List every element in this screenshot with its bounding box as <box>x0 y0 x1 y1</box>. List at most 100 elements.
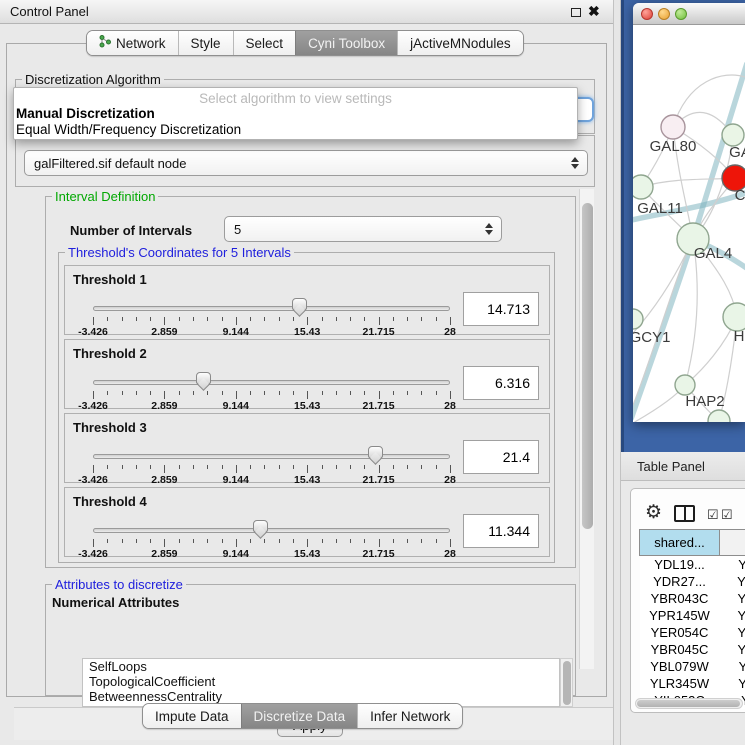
table-cell[interactable]: YER0 <box>720 624 745 641</box>
table-row[interactable]: YDL19...YDL1 <box>640 556 745 573</box>
threshold-slider-track[interactable] <box>93 528 450 533</box>
column-header-shared-name[interactable]: shared... <box>640 530 720 556</box>
panel-title: Control Panel <box>10 0 89 24</box>
tab-select[interactable]: Select <box>233 31 296 55</box>
table-cell[interactable]: YBL0 <box>720 658 745 675</box>
network-node-h[interactable] <box>723 303 745 331</box>
slider-tick <box>336 391 337 395</box>
threshold-slider-handle[interactable] <box>196 372 211 384</box>
table-cell[interactable]: YBR045C <box>640 641 720 658</box>
close-icon[interactable]: ✖ <box>588 3 600 20</box>
tab-cyni-toolbox[interactable]: Cyni Toolbox <box>295 31 397 55</box>
table-hscrollbar-thumb[interactable] <box>637 700 740 707</box>
tab-network[interactable]: Network <box>87 31 178 55</box>
network-node-gal11[interactable] <box>633 175 653 199</box>
tab-label: Network <box>116 36 166 51</box>
network-node-hap2[interactable] <box>675 375 695 395</box>
attribute-item-selfloops[interactable]: SelfLoops <box>83 659 559 674</box>
table-cell[interactable]: YDR2 <box>720 573 745 590</box>
node-label-ga: GA <box>729 144 745 161</box>
select-none-checkbox-icon[interactable]: ☑ <box>721 507 733 523</box>
table-row[interactable]: YLR345WYLR3 <box>640 675 745 692</box>
table-horizontal-scrollbar[interactable] <box>635 698 743 709</box>
table-cell[interactable]: YBR0 <box>720 590 745 607</box>
network-canvas[interactable]: GAL80GACGAL11GAL4GCY1HHAP2 <box>633 25 745 422</box>
tab-infer-network[interactable]: Infer Network <box>357 704 462 728</box>
slider-tick <box>222 317 223 321</box>
table-row[interactable]: YBR043CYBR0 <box>640 590 745 607</box>
algorithm-options: Manual DiscretizationEqual Width/Frequen… <box>14 106 577 138</box>
threshold-value-field[interactable]: 11.344 <box>463 514 539 548</box>
slider-tick <box>436 465 437 469</box>
threshold-value-field[interactable]: 14.713 <box>463 292 539 326</box>
tab-discretize-data[interactable]: Discretize Data <box>241 704 358 728</box>
select-all-checkbox-icon[interactable]: ☑ <box>707 507 719 523</box>
slider-tick <box>122 391 123 395</box>
float-window-icon[interactable] <box>571 8 581 17</box>
attributes-scrollbar-thumb[interactable] <box>563 661 571 705</box>
threshold-slider-handle[interactable] <box>368 446 383 458</box>
table-cell[interactable]: YBL079W <box>640 658 720 675</box>
table-data-combo[interactable]: galFiltered.sif default node <box>24 150 588 176</box>
table-cell[interactable]: YER054C <box>640 624 720 641</box>
slider-tick <box>122 317 123 321</box>
network-node-gcy1[interactable] <box>633 309 643 329</box>
slider-tick <box>350 465 351 469</box>
table-row[interactable]: YER054CYER0 <box>640 624 745 641</box>
threshold-slider-handle[interactable] <box>253 520 268 532</box>
table-cell[interactable]: YBR0 <box>720 641 745 658</box>
table-cell[interactable]: YDL1 <box>720 556 745 573</box>
slider-tick <box>407 465 408 469</box>
table-row[interactable]: YDR27...YDR2 <box>640 573 745 590</box>
table-cell[interactable]: YDR27... <box>640 573 720 590</box>
column-header-name[interactable]: na <box>720 530 745 556</box>
slider-tick <box>193 539 194 543</box>
table-cell[interactable]: YBR043C <box>640 590 720 607</box>
slider-tick-label: -3.426 <box>78 474 108 486</box>
slider-tick-labels: -3.4262.8599.14415.4321.71528 <box>93 400 450 412</box>
close-traffic-light-icon[interactable] <box>641 8 653 20</box>
threshold-slider-track[interactable] <box>93 306 450 311</box>
zoom-traffic-light-icon[interactable] <box>675 8 687 20</box>
panel-divider[interactable] <box>613 0 621 745</box>
attributes-scrollbar[interactable] <box>560 658 573 707</box>
table-cell[interactable]: YLR345W <box>640 675 720 692</box>
table-row[interactable]: YPR145WYPR1 <box>640 607 745 624</box>
algorithm-option-manual-discretization[interactable]: Manual Discretization <box>14 106 577 122</box>
numerical-attributes-list[interactable]: SelfLoopsTopologicalCoefficientBetweenne… <box>82 658 560 707</box>
network-node[interactable] <box>708 410 730 422</box>
settings-scrollbar[interactable] <box>579 189 594 669</box>
table-data-combo-value: galFiltered.sif default node <box>34 156 186 171</box>
gear-icon[interactable]: ⚙ <box>645 503 662 522</box>
threshold-slider-track[interactable] <box>93 454 450 459</box>
number-of-intervals-combo[interactable]: 5 <box>224 216 502 242</box>
table-cell[interactable]: YPR145W <box>640 607 720 624</box>
tab-jactivemnodules[interactable]: jActiveMNodules <box>397 31 523 55</box>
attribute-item-betweennesscentrality[interactable]: BetweennessCentrality <box>83 689 559 704</box>
settings-scrollbar-thumb[interactable] <box>582 203 593 529</box>
table-cell[interactable]: YPR1 <box>720 607 745 624</box>
network-node-ga[interactable] <box>722 124 744 146</box>
threshold-panel-4: Threshold 4-3.4262.8599.14415.4321.71528… <box>64 487 550 557</box>
table-row[interactable]: YBL079WYBL0 <box>640 658 745 675</box>
threshold-slider-handle[interactable] <box>292 298 307 310</box>
minimize-traffic-light-icon[interactable] <box>658 8 670 20</box>
threshold-value-field[interactable]: 21.4 <box>463 440 539 474</box>
slider-tick <box>93 317 94 325</box>
table-row[interactable]: YBR045CYBR0 <box>640 641 745 658</box>
slider-tick-label: 2.859 <box>151 474 177 486</box>
node-attribute-table[interactable]: shared...na YDL19...YDL1YDR27...YDR2YBR0… <box>639 529 745 709</box>
network-window-titlebar[interactable] <box>633 3 745 25</box>
attribute-item-topologicalcoefficient[interactable]: TopologicalCoefficient <box>83 674 559 689</box>
table-cell[interactable]: YLR3 <box>720 675 745 692</box>
column-layout-icon[interactable] <box>674 505 695 522</box>
network-node-gal80[interactable] <box>661 115 685 139</box>
threshold-slider-track[interactable] <box>93 380 450 385</box>
threshold-value-field[interactable]: 6.316 <box>463 366 539 400</box>
tab-style[interactable]: Style <box>178 31 233 55</box>
table-cell[interactable]: YDL19... <box>640 556 720 573</box>
bottom-tab-bar: Impute DataDiscretize DataInfer Network <box>142 703 463 729</box>
algorithm-option-equal-width-frequency-discretization[interactable]: Equal Width/Frequency Discretization <box>14 122 577 138</box>
slider-tick <box>207 465 208 469</box>
tab-impute-data[interactable]: Impute Data <box>143 704 241 728</box>
